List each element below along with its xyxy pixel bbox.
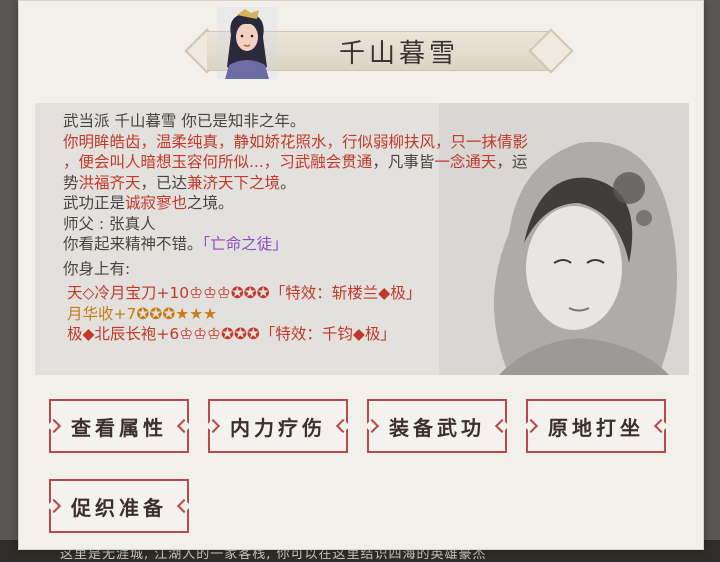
female-character-portrait-icon [217,7,277,79]
meditate-label: 原地打坐 [548,415,644,440]
desc-text-2: ，运 [496,153,528,171]
character-description: 武当派 千山暮雪 你已是知非之年。 你明眸皓齿，温柔纯真，静如娇花照水，行似弱柳… [63,111,683,345]
equip-skill-label: 装备武功 [389,415,485,440]
equipment-item-weapon[interactable]: 天◇冷月宝刀+10♔♔♔✪✪✪「特效：斩楼兰◆极」 [63,283,683,304]
desc-skill-suffix: 之境。 [187,194,234,212]
background-scroll-text: 这里是无涯城, 江湖人的一家客栈, 你可以在这里结识四海的英雄豪杰 [60,548,487,562]
inner-heal-button[interactable]: 内力疗伤 [208,399,348,453]
prepare-weaving-button[interactable]: 促织准备 [49,479,189,533]
equipment-item-accessory[interactable]: 月华收+7✪✪✪★★★ [63,304,683,325]
equipment-item-robe[interactable]: 极◆北辰长袍+6♔♔♔✪✪✪「特效：千钧◆极」 [63,324,683,345]
desc-fortune: 洪福齐天 [78,173,141,192]
desc-talent: 融会贯通 [310,153,373,171]
dialog-title: 千山暮雪 [338,38,459,69]
desc-title-badge: 「亡命之徒」 [202,235,288,253]
desc-appearance-2: 只一抹倩影 [450,132,529,151]
desc-text-4: ，已达 [140,173,188,192]
desc-status: 你看起来精神不错。 [63,235,203,253]
desc-realm: 兼济天下之境 [187,173,281,192]
desc-text: ，凡事皆 [372,153,435,171]
view-attributes-label: 查看属性 [71,415,167,440]
equip-skill-button[interactable]: 装备武功 [367,399,507,453]
view-attributes-button[interactable]: 查看属性 [49,399,189,453]
desc-line-identity: 武当派 千山暮雪 你已是知非之年。 [63,112,306,130]
desc-text-5: 。 [280,173,296,192]
desc-text-3: 势 [63,173,79,192]
desc-appearance-3: ，便会叫人暗想玉容何所似...，习武 [63,153,311,171]
desc-skill-prefix: 武功正是 [63,194,126,212]
prepare-weaving-label: 促织准备 [71,495,167,520]
desc-skill-level: 诚寂寥也 [125,194,188,212]
character-info-panel[interactable]: 武当派 千山暮雪 你已是知非之年。 你明眸皓齿，温柔纯真，静如娇花照水，行似弱柳… [35,103,689,375]
desc-master: 师父 : 张真人 [63,214,156,233]
desc-talent-2: 一念通天 [434,153,497,171]
desc-equipment-heading: 你身上有: [63,259,131,278]
desc-appearance: 你明眸皓齿，温柔纯真，静如娇花照水，行似弱柳扶风， [63,132,451,151]
inner-heal-label: 内力疗伤 [230,415,326,440]
meditate-button[interactable]: 原地打坐 [526,399,666,453]
character-dialog: 千山暮雪 武当派 千山暮雪 你已是知非之年。 你明眸皓齿，温柔纯真，静如娇花照水… [18,0,704,550]
